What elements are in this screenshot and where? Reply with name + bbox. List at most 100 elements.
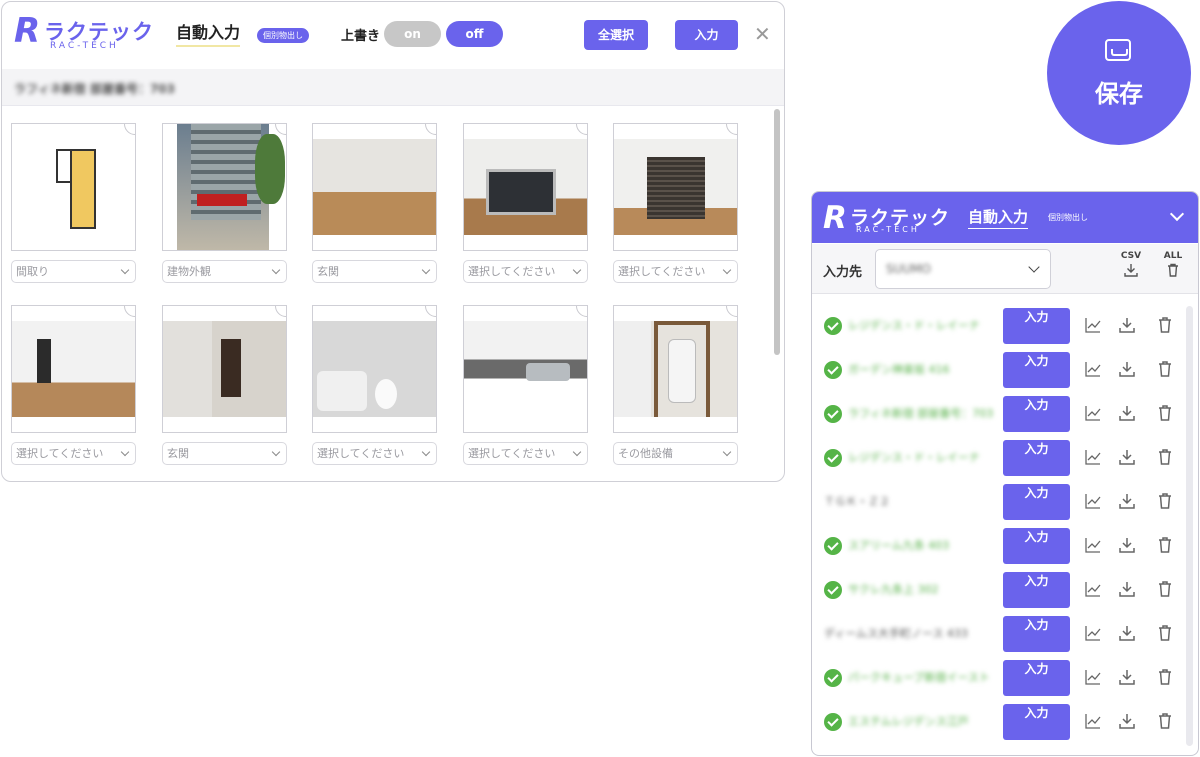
close-icon[interactable]: ✕ <box>754 22 771 46</box>
mode-badge: 個別物出し <box>257 28 309 43</box>
destination-select[interactable]: SUUMO <box>875 249 1051 289</box>
photo-frame[interactable] <box>463 305 588 433</box>
download-icon[interactable] <box>1118 316 1136 334</box>
trash-icon[interactable] <box>1156 580 1174 598</box>
chart-icon[interactable] <box>1084 624 1102 642</box>
select-checkbox[interactable] <box>726 124 737 135</box>
ractech-logo: R ラクテック RAC-TECH <box>14 11 174 51</box>
chart-icon[interactable] <box>1084 668 1102 686</box>
category-select[interactable]: 建物外観 <box>162 260 287 283</box>
download-icon[interactable] <box>1118 492 1136 510</box>
category-select[interactable]: 間取り <box>11 260 136 283</box>
trash-icon[interactable] <box>1156 712 1174 730</box>
mode-title: 自動入力 <box>968 206 1029 229</box>
select-checkbox[interactable] <box>425 306 436 317</box>
select-checkbox[interactable] <box>124 124 135 135</box>
row-input-button[interactable]: 入力 <box>1003 704 1070 740</box>
category-select[interactable]: 玄関 <box>162 442 287 465</box>
photo-frame[interactable] <box>312 305 437 433</box>
list-item: ラフィネ新宿 部屋番号：703 入力 <box>812 392 1184 436</box>
row-input-button[interactable]: 入力 <box>1003 484 1070 520</box>
photo-frame[interactable] <box>162 305 287 433</box>
category-select[interactable]: 選択してください <box>613 260 738 283</box>
property-name: レジデンス・ド・レイーナ <box>848 451 980 464</box>
collapse-chevron-icon[interactable] <box>1169 206 1185 222</box>
category-select[interactable]: 玄関 <box>312 260 437 283</box>
select-checkbox[interactable] <box>124 306 135 317</box>
input-destination-panel: R ラクテック RAC-TECH 自動入力 個別物出し 入力先 SUUMO CS… <box>811 191 1199 756</box>
bathroom-image <box>313 321 436 417</box>
row-input-button[interactable]: 入力 <box>1003 528 1070 564</box>
select-checkbox[interactable] <box>275 124 286 135</box>
row-input-button[interactable]: 入力 <box>1003 660 1070 696</box>
select-checkbox[interactable] <box>576 306 587 317</box>
select-checkbox[interactable] <box>425 124 436 135</box>
trash-icon[interactable] <box>1156 360 1174 378</box>
select-checkbox[interactable] <box>576 124 587 135</box>
row-input-button[interactable]: 入力 <box>1003 440 1070 476</box>
row-input-button[interactable]: 入力 <box>1003 308 1070 344</box>
check-circle-icon <box>824 713 842 731</box>
row-input-button[interactable]: 入力 <box>1003 396 1070 432</box>
category-select[interactable]: 選択してください <box>463 442 588 465</box>
chart-icon[interactable] <box>1084 404 1102 422</box>
chart-icon[interactable] <box>1084 580 1102 598</box>
download-icon[interactable] <box>1118 580 1136 598</box>
trash-icon[interactable] <box>1156 448 1174 466</box>
download-icon[interactable] <box>1118 360 1136 378</box>
category-select[interactable]: 選択してください <box>312 442 437 465</box>
chart-icon[interactable] <box>1084 492 1102 510</box>
photo-frame[interactable] <box>162 123 287 251</box>
input-button[interactable]: 入力 <box>675 20 738 50</box>
select-checkbox[interactable] <box>275 306 286 317</box>
download-icon[interactable] <box>1118 712 1136 730</box>
chart-icon[interactable] <box>1084 536 1102 554</box>
download-icon[interactable] <box>1118 536 1136 554</box>
row-input-button[interactable]: 入力 <box>1003 616 1070 652</box>
water-heater-image <box>614 321 737 417</box>
download-icon[interactable] <box>1118 668 1136 686</box>
row-input-button[interactable]: 入力 <box>1003 352 1070 388</box>
trash-icon[interactable] <box>1156 624 1174 642</box>
chart-icon[interactable] <box>1084 316 1102 334</box>
trash-icon[interactable] <box>1156 492 1174 510</box>
chart-icon[interactable] <box>1084 712 1102 730</box>
trash-icon[interactable] <box>1156 536 1174 554</box>
check-circle-icon <box>824 537 842 555</box>
download-icon[interactable] <box>1118 624 1136 642</box>
list-scrollbar[interactable] <box>1186 306 1193 746</box>
save-button[interactable]: 保存 <box>1047 1 1191 145</box>
photo-frame[interactable] <box>613 123 738 251</box>
delete-all-button[interactable]: ALL <box>1158 251 1188 277</box>
room-image <box>614 139 737 235</box>
photo-frame[interactable] <box>11 123 136 251</box>
category-select[interactable]: その他設備 <box>613 442 738 465</box>
trash-icon[interactable] <box>1156 404 1174 422</box>
category-select[interactable]: 選択してください <box>11 442 136 465</box>
property-name: エステムレジデンス江戸 <box>848 715 969 728</box>
photo-frame[interactable] <box>463 123 588 251</box>
category-select[interactable]: 選択してください <box>463 260 588 283</box>
photo-frame[interactable] <box>11 305 136 433</box>
overwrite-off-toggle[interactable]: off <box>446 21 503 47</box>
download-icon[interactable] <box>1118 448 1136 466</box>
overwrite-on-toggle[interactable]: on <box>384 21 441 47</box>
window-header: R ラクテック RAC-TECH 自動入力 個別物出し 上書き on off 全… <box>2 2 784 68</box>
panel-header[interactable]: R ラクテック RAC-TECH 自動入力 個別物出し <box>812 192 1198 243</box>
destination-value: SUUMO <box>886 262 931 276</box>
csv-download-button[interactable]: CSV <box>1116 251 1146 277</box>
chart-icon[interactable] <box>1084 360 1102 378</box>
check-circle-icon <box>824 581 842 599</box>
select-all-button[interactable]: 全選択 <box>584 20 648 50</box>
photo-frame[interactable] <box>613 305 738 433</box>
select-checkbox[interactable] <box>726 306 737 317</box>
photo-frame[interactable] <box>312 123 437 251</box>
kitchen-image <box>464 321 587 417</box>
download-icon[interactable] <box>1118 404 1136 422</box>
chart-icon[interactable] <box>1084 448 1102 466</box>
trash-icon[interactable] <box>1156 316 1174 334</box>
row-input-button[interactable]: 入力 <box>1003 572 1070 608</box>
trash-icon[interactable] <box>1156 668 1174 686</box>
photo-card: 玄関 <box>312 123 437 283</box>
grid-scrollbar[interactable] <box>774 109 780 355</box>
